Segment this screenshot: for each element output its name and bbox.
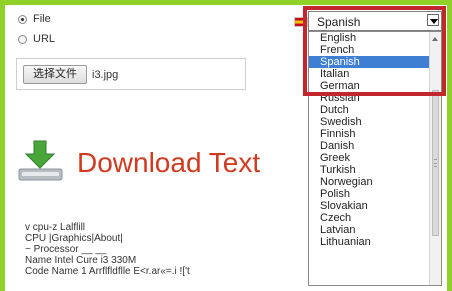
language-select-value: Spanish — [317, 15, 361, 29]
language-option-greek[interactable]: Greek — [309, 152, 431, 164]
download-icon — [18, 140, 63, 181]
language-option-finnish[interactable]: Finnish — [309, 128, 431, 140]
language-option-italian[interactable]: Italian — [309, 68, 431, 80]
text-line: Code Name 1 Arrflfldflle E<r.ar«=.i !['t — [25, 266, 190, 277]
language-option-lithuanian[interactable]: Lithuanian — [309, 236, 431, 248]
file-input-box: 选择文件 i3.jpg — [16, 58, 246, 90]
download-text-label: Download Text — [77, 147, 261, 178]
language-option-czech[interactable]: Czech — [309, 212, 431, 224]
file-radio[interactable] — [18, 14, 27, 24]
text-line: ~ Processor __ __ — [25, 244, 107, 255]
text-line: CPU |Graphics|About| — [25, 233, 123, 244]
file-radio-label: File — [33, 13, 51, 25]
language-option-english[interactable]: English — [309, 32, 431, 44]
language-option-slovakian[interactable]: Slovakian — [309, 200, 431, 212]
language-option-spanish[interactable]: Spanish — [309, 56, 431, 68]
language-options: English French Spanish Italian German Ru… — [309, 32, 431, 248]
spanish-flag-icon — [294, 17, 308, 27]
download-text-button[interactable]: Download Text — [16, 137, 306, 185]
language-option-danish[interactable]: Danish — [309, 140, 431, 152]
url-radio-label: URL — [33, 33, 56, 45]
language-option-german[interactable]: German — [309, 80, 431, 92]
choose-file-button[interactable]: 选择文件 — [23, 65, 87, 84]
scroll-up-icon[interactable] — [432, 37, 438, 41]
language-select[interactable]: Spanish — [308, 11, 442, 31]
recognized-text: v cpu-z Lalflill CPU |Graphics|About| ~ … — [25, 222, 305, 277]
url-radio[interactable] — [18, 34, 27, 44]
text-line: Name Intel Cure i3 330M — [25, 255, 137, 266]
language-option-dutch[interactable]: Dutch — [309, 104, 431, 116]
file-name: i3.jpg — [92, 69, 119, 81]
language-option-swedish[interactable]: Swedish — [309, 116, 431, 128]
dropdown-scrollbar[interactable] — [429, 32, 441, 285]
language-option-russian[interactable]: Russian — [309, 92, 431, 104]
language-option-norwegian[interactable]: Norwegian — [309, 176, 431, 188]
scroll-grip-icon — [434, 159, 437, 167]
language-option-polish[interactable]: Polish — [309, 188, 431, 200]
language-dropdown[interactable]: English French Spanish Italian German Ru… — [308, 31, 442, 286]
language-option-turkish[interactable]: Turkish — [309, 164, 431, 176]
language-option-french[interactable]: French — [309, 44, 431, 56]
chevron-down-icon[interactable] — [427, 14, 439, 26]
text-line: v cpu-z Lalflill — [25, 222, 86, 233]
url-radio-option[interactable]: URL — [18, 33, 55, 45]
file-radio-option[interactable]: File — [18, 13, 51, 25]
language-option-latvian[interactable]: Latvian — [309, 224, 431, 236]
scrollbar-thumb[interactable] — [432, 90, 439, 236]
